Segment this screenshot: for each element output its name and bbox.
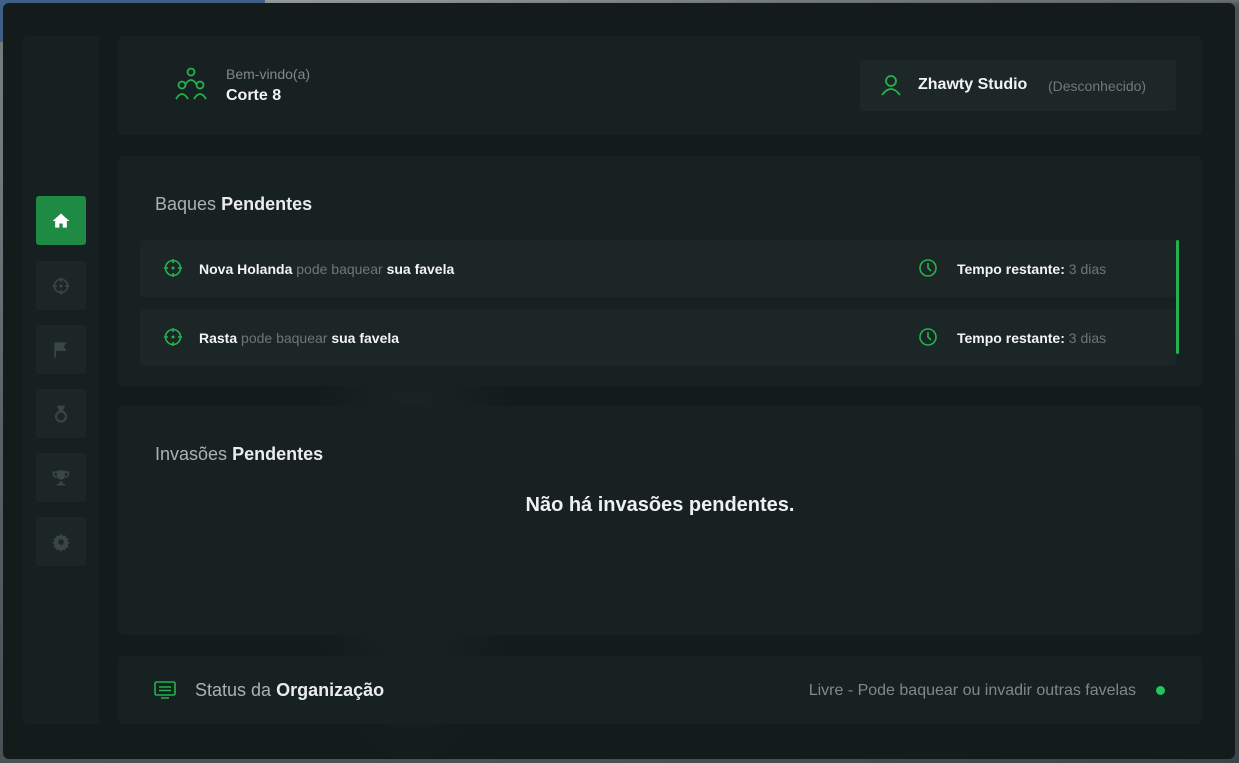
user-name: Zhawty Studio bbox=[918, 76, 1028, 93]
baques-pendentes-panel: Baques Pendentes Nova Holanda pode baque… bbox=[118, 156, 1202, 386]
baque-name: Rasta bbox=[199, 330, 238, 346]
crosshair-icon bbox=[52, 277, 70, 294]
status-text: Livre - Pode baquear ou invadir outras f… bbox=[808, 682, 1136, 699]
baque-text: Nova Holanda pode baquear sua favela bbox=[199, 261, 454, 277]
sidebar-item-home[interactable] bbox=[36, 196, 86, 245]
trophy-icon bbox=[52, 470, 70, 485]
baque-name: Nova Holanda bbox=[199, 261, 293, 277]
monitor-icon bbox=[154, 681, 176, 699]
gear-icon bbox=[52, 533, 70, 552]
clock-icon bbox=[919, 259, 937, 277]
invasoes-title: Invasões Pendentes bbox=[155, 444, 323, 465]
baque-target: sua favela bbox=[386, 261, 455, 277]
welcome-label: Bem-vindo(a) bbox=[226, 66, 311, 82]
main-window: Bem-vindo(a) Corte 8 Zhawty Studio (Desc… bbox=[3, 3, 1235, 759]
time-remaining: Tempo restante: 3 dias bbox=[957, 261, 1106, 277]
clock-icon bbox=[919, 328, 937, 346]
time-label: Tempo restante: bbox=[957, 261, 1065, 277]
time-remaining: Tempo restante: 3 dias bbox=[957, 330, 1106, 346]
sidebar-item-medal[interactable] bbox=[36, 389, 86, 438]
list-item[interactable]: Nova Holanda pode baquear sua favela Tem… bbox=[140, 240, 1176, 297]
sidebar-item-flag[interactable] bbox=[36, 325, 86, 374]
baques-title-bold: Pendentes bbox=[221, 194, 313, 214]
crosshair-icon bbox=[164, 328, 182, 346]
scrollbar[interactable] bbox=[1176, 240, 1179, 354]
invasoes-title-prefix: Invasões bbox=[155, 444, 228, 464]
medal-icon bbox=[54, 405, 68, 423]
status-panel: Status da Organização Livre - Pode baque… bbox=[118, 656, 1202, 724]
sidebar-item-baques[interactable] bbox=[36, 261, 86, 310]
sidebar-item-trophy[interactable] bbox=[36, 453, 86, 502]
crosshair-icon bbox=[164, 259, 182, 277]
status-indicator bbox=[1156, 686, 1165, 695]
org-name: Corte 8 bbox=[226, 87, 282, 104]
header: Bem-vindo(a) Corte 8 Zhawty Studio (Desc… bbox=[118, 36, 1202, 135]
sidebar-item-settings[interactable] bbox=[36, 517, 86, 566]
status-title-prefix: Status da bbox=[195, 680, 272, 700]
home-icon bbox=[52, 213, 70, 228]
sidebar bbox=[23, 36, 99, 724]
group-icon bbox=[175, 67, 207, 100]
invasoes-pendentes-panel: Invasões Pendentes Não há invasões pende… bbox=[118, 406, 1202, 635]
time-value: 3 dias bbox=[1068, 330, 1107, 346]
invasoes-title-bold: Pendentes bbox=[232, 444, 324, 464]
baques-title: Baques Pendentes bbox=[155, 194, 312, 215]
flag-icon bbox=[54, 342, 67, 357]
time-value: 3 dias bbox=[1068, 261, 1107, 277]
baque-text: Rasta pode baquear sua favela bbox=[199, 330, 399, 346]
list-item[interactable]: Rasta pode baquear sua favela Tempo rest… bbox=[140, 309, 1176, 366]
time-label: Tempo restante: bbox=[957, 330, 1065, 346]
baque-verb: pode baquear bbox=[241, 330, 328, 346]
status-title-bold: Organização bbox=[276, 680, 385, 700]
baque-verb: pode baquear bbox=[296, 261, 383, 277]
baques-title-prefix: Baques bbox=[155, 194, 217, 214]
user-box: Zhawty Studio (Desconhecido) bbox=[860, 60, 1176, 111]
baque-target: sua favela bbox=[331, 330, 400, 346]
empty-message: Não há invasões pendentes. bbox=[525, 494, 795, 516]
user-status: (Desconhecido) bbox=[1048, 78, 1147, 94]
user-icon bbox=[881, 75, 901, 96]
status-title: Status da Organização bbox=[195, 680, 384, 701]
